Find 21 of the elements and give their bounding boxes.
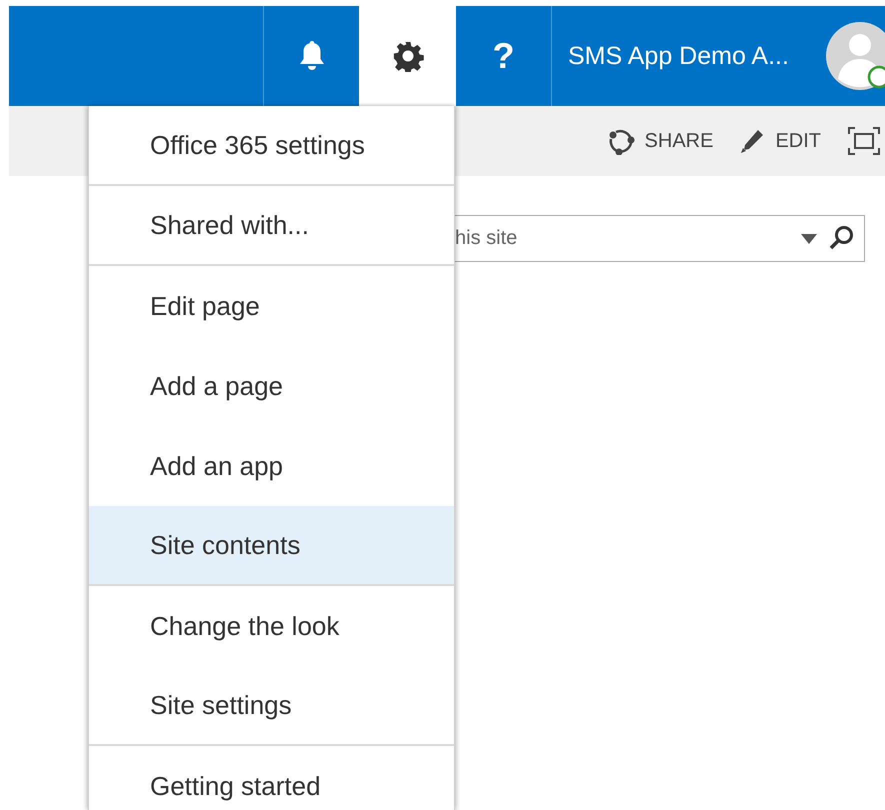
avatar-icon[interactable]: [823, 21, 885, 91]
focus-icon[interactable]: [847, 126, 881, 156]
menu-item[interactable]: Office 365 settings: [89, 106, 454, 186]
menu-item[interactable]: Shared with...: [89, 186, 454, 266]
menu-item[interactable]: Getting started: [89, 746, 454, 810]
edit-button[interactable]: EDIT: [739, 128, 821, 154]
menu-item[interactable]: Add an app: [89, 426, 454, 506]
menu-item[interactable]: Site settings: [89, 666, 454, 746]
menu-item[interactable]: Site contents: [89, 506, 454, 586]
settings-button[interactable]: [359, 6, 456, 106]
settings-icon: [392, 40, 424, 72]
dropdown-icon[interactable]: [801, 234, 817, 244]
pencil-icon: [739, 128, 766, 154]
menu-item[interactable]: Change the look: [89, 586, 454, 666]
menu-item[interactable]: Edit page: [89, 266, 454, 346]
user-name[interactable]: SMS App Demo A...: [568, 42, 789, 70]
share-button[interactable]: SHARE: [606, 127, 714, 155]
share-icon: [606, 127, 635, 155]
search-field[interactable]: his site: [455, 215, 865, 262]
search-icon[interactable]: [829, 225, 855, 251]
menu-item[interactable]: Add a page: [89, 346, 454, 426]
